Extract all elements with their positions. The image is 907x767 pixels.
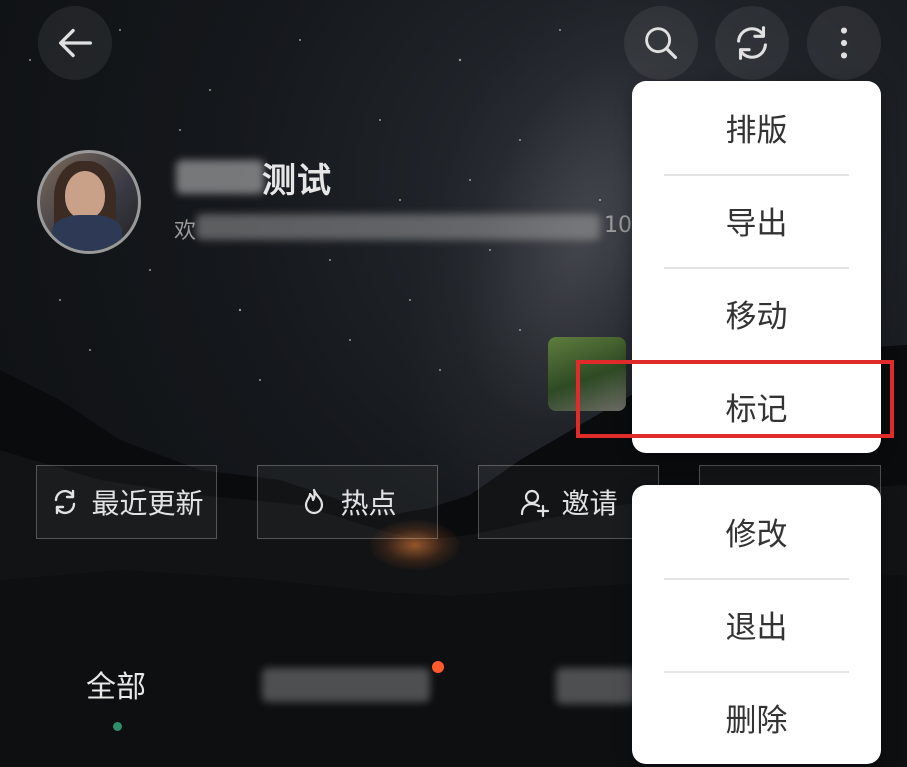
redacted-tab-2[interactable] [262,668,430,702]
recent-updates-button[interactable]: 最近更新 [36,465,217,539]
back-button[interactable] [38,6,112,80]
menu-item-edit[interactable]: 修改 [632,485,881,578]
hot-label: 热点 [340,487,397,520]
redacted-tab-3[interactable] [556,668,636,704]
sync-icon [55,489,76,515]
group-subtitle-suffix: 10 [604,213,632,238]
arrow-left-icon [58,28,93,58]
redacted-subtitle [196,214,600,240]
group-avatar[interactable] [37,150,141,254]
hot-button[interactable]: 热点 [257,465,438,539]
invite-label: 邀请 [561,487,618,520]
group-thumbnail[interactable] [548,337,626,411]
menu-item-export[interactable]: 导出 [632,174,881,267]
redacted-name [176,160,264,194]
refresh-button[interactable] [715,6,789,80]
menu-item-quit[interactable]: 退出 [632,578,881,671]
menu-item-layout[interactable]: 排版 [632,81,881,174]
more-button[interactable] [807,6,881,80]
menu-item-delete[interactable]: 删除 [632,671,881,764]
more-vertical-icon [840,27,848,59]
group-subtitle-prefix: 欢 [174,219,197,244]
menu-item-move[interactable]: 移动 [632,267,881,360]
group-name: 测试 [262,161,332,201]
add-user-icon [521,489,550,518]
refresh-icon [737,26,767,60]
notification-badge [432,661,444,673]
popup-menu-bottom: 修改 退出 删除 [632,485,881,764]
search-icon [645,27,678,60]
tab-all[interactable]: 全部 [86,662,146,706]
menu-item-mark[interactable]: 标记 [632,360,881,453]
recent-updates-label: 最近更新 [91,487,204,520]
search-button[interactable] [624,6,698,80]
popup-menu-top: 排版 导出 移动 标记 [632,81,881,453]
flame-icon [305,488,324,515]
active-tab-indicator [113,722,122,731]
